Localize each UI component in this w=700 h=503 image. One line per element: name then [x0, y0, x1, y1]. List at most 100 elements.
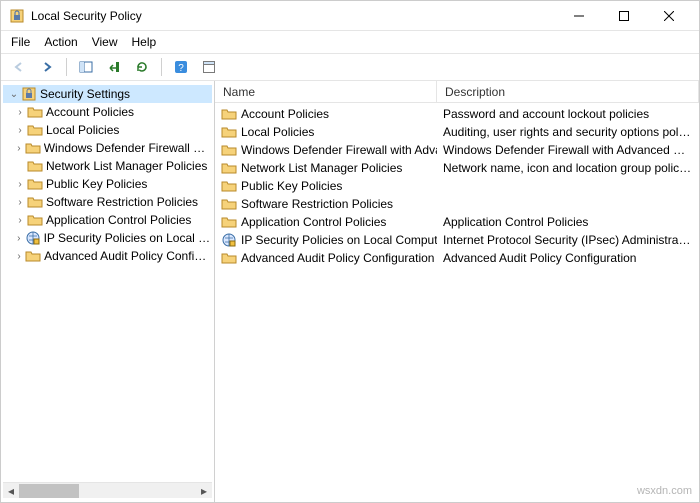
- tree-pane: ⌄ Security Settings › Account Policies › Lo…: [1, 81, 215, 502]
- collapse-icon[interactable]: ⌄: [7, 89, 21, 100]
- folder-icon: [221, 196, 237, 212]
- tree-root-security-settings[interactable]: ⌄ Security Settings: [3, 85, 212, 103]
- menubar: File Action View Help: [1, 31, 699, 53]
- tree-label: Local Policies: [46, 123, 119, 137]
- folder-icon: [221, 142, 237, 158]
- menu-view[interactable]: View: [92, 35, 118, 49]
- content-area: ⌄ Security Settings › Account Policies › Lo…: [1, 81, 699, 502]
- list-item[interactable]: Local PoliciesAuditing, user rights and …: [215, 123, 699, 141]
- horizontal-scrollbar[interactable]: ◂ ▸: [3, 482, 212, 498]
- show-hide-tree-button[interactable]: [74, 56, 98, 78]
- item-name: Account Policies: [241, 107, 329, 121]
- expand-icon[interactable]: ›: [13, 143, 25, 154]
- scroll-right-icon[interactable]: ▸: [196, 484, 212, 498]
- list-item[interactable]: Public Key Policies: [215, 177, 699, 195]
- folder-icon: [25, 140, 41, 156]
- tree-label: Network List Manager Policies: [46, 159, 207, 173]
- column-header-description[interactable]: Description: [437, 81, 699, 102]
- tree-label: Account Policies: [46, 105, 134, 119]
- tree-item[interactable]: Network List Manager Policies: [3, 157, 212, 175]
- expand-icon[interactable]: ›: [13, 125, 27, 136]
- item-name: Software Restriction Policies: [241, 197, 393, 211]
- svg-text:?: ?: [178, 63, 184, 74]
- tree-label: Windows Defender Firewall with Adva: [44, 141, 212, 155]
- folder-icon: [25, 248, 41, 264]
- scroll-thumb[interactable]: [19, 484, 79, 498]
- close-button[interactable]: [646, 2, 691, 30]
- item-description: Advanced Audit Policy Configuration: [437, 251, 699, 265]
- ipsec-icon: [221, 232, 237, 248]
- expand-icon[interactable]: ›: [13, 179, 27, 190]
- folder-icon: [221, 160, 237, 176]
- list-item[interactable]: Network List Manager Policies Network nam…: [215, 159, 699, 177]
- item-name: Advanced Audit Policy Configuration: [241, 251, 434, 265]
- window: Local Security Policy File Action View H…: [0, 0, 700, 503]
- item-description: Password and account lockout policies: [437, 107, 699, 121]
- item-name: Application Control Policies: [241, 215, 386, 229]
- tree-item[interactable]: › Local Policies: [3, 121, 212, 139]
- tree-item[interactable]: › Application Control Policies: [3, 211, 212, 229]
- app-icon: [9, 8, 25, 24]
- folder-icon: [221, 124, 237, 140]
- scroll-track[interactable]: [19, 484, 196, 498]
- expand-icon[interactable]: ›: [13, 233, 25, 244]
- folder-icon: [27, 194, 43, 210]
- tree-label: Software Restriction Policies: [46, 195, 198, 209]
- minimize-button[interactable]: [556, 2, 601, 30]
- list-pane: Name Description Account Policies Passwor…: [215, 81, 699, 502]
- watermark: wsxdn.com: [637, 485, 692, 497]
- tree-item[interactable]: › Account Policies: [3, 103, 212, 121]
- list-item[interactable]: Application Control Policies Application …: [215, 213, 699, 231]
- list-item[interactable]: Account Policies Password and account loc…: [215, 105, 699, 123]
- list-item[interactable]: Windows Defender Firewall with Advanc…Wi…: [215, 141, 699, 159]
- help-button[interactable]: ?: [169, 56, 193, 78]
- tree-items: ⌄ Security Settings › Account Policies › Lo…: [3, 85, 212, 482]
- back-button[interactable]: [7, 56, 31, 78]
- item-description: Application Control Policies: [437, 215, 699, 229]
- toolbar-separator: [66, 58, 67, 76]
- list-item[interactable]: IP Security Policies on Local ComputerIn…: [215, 231, 699, 249]
- folder-icon: [221, 178, 237, 194]
- scroll-left-icon[interactable]: ◂: [3, 484, 19, 498]
- refresh-button[interactable]: [130, 56, 154, 78]
- expand-icon[interactable]: ›: [13, 197, 27, 208]
- tree-label: Security Settings: [40, 87, 130, 101]
- expand-icon[interactable]: ›: [13, 215, 27, 226]
- security-settings-icon: [21, 86, 37, 102]
- folder-icon: [27, 212, 43, 228]
- tree-item[interactable]: › Software Restriction Policies: [3, 193, 212, 211]
- tree-label: Application Control Policies: [46, 213, 191, 227]
- list-item[interactable]: Software Restriction Policies: [215, 195, 699, 213]
- menu-help[interactable]: Help: [132, 35, 157, 49]
- list-item[interactable]: Advanced Audit Policy ConfigurationAdvan…: [215, 249, 699, 267]
- item-description: Network name, icon and location group po…: [437, 161, 699, 175]
- folder-icon: [221, 214, 237, 230]
- window-title: Local Security Policy: [31, 9, 556, 23]
- item-name: IP Security Policies on Local Computer: [241, 233, 437, 247]
- folder-icon: [221, 250, 237, 266]
- expand-icon[interactable]: ›: [13, 251, 25, 262]
- list-body: Account Policies Password and account loc…: [215, 103, 699, 502]
- menu-action[interactable]: Action: [44, 35, 77, 49]
- menu-file[interactable]: File: [11, 35, 30, 49]
- folder-icon: [27, 158, 43, 174]
- folder-icon: [27, 122, 43, 138]
- tree-item[interactable]: ›Public Key Policies: [3, 175, 212, 193]
- item-description: Windows Defender Firewall with Advanced …: [437, 143, 699, 157]
- tree-item[interactable]: › Advanced Audit Policy Configuration: [3, 247, 212, 265]
- forward-button[interactable]: [35, 56, 59, 78]
- properties-button[interactable]: [197, 56, 221, 78]
- item-name: Network List Manager Policies: [241, 161, 402, 175]
- item-name: Public Key Policies: [241, 179, 342, 193]
- titlebar: Local Security Policy: [1, 1, 699, 31]
- tree-label: Advanced Audit Policy Configuration: [44, 249, 212, 263]
- toolbar: ?: [1, 53, 699, 81]
- export-list-button[interactable]: [102, 56, 126, 78]
- tree-item[interactable]: ›IP Security Policies on Local Compute: [3, 229, 212, 247]
- ipsec-icon: [25, 230, 41, 246]
- column-header-name[interactable]: Name: [215, 81, 437, 102]
- expand-icon[interactable]: ›: [13, 107, 27, 118]
- item-description: Auditing, user rights and security optio…: [437, 125, 699, 139]
- tree-item[interactable]: › Windows Defender Firewall with Adva: [3, 139, 212, 157]
- maximize-button[interactable]: [601, 2, 646, 30]
